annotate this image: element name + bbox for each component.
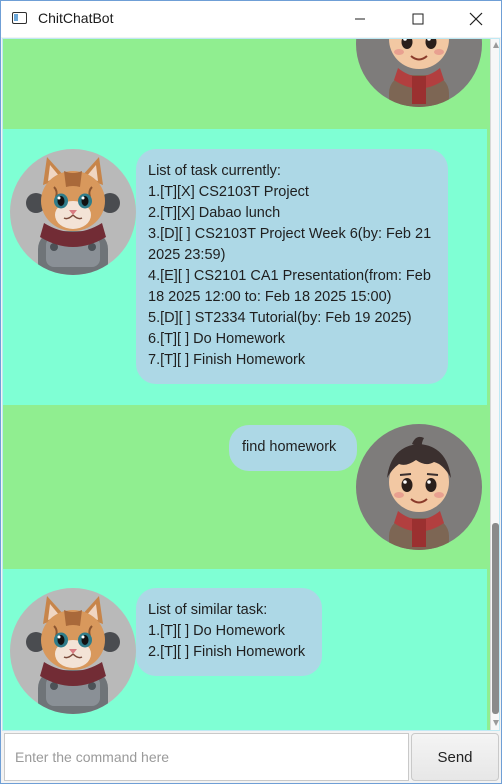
app-window-icon bbox=[12, 12, 27, 24]
message-line: 5.[D][ ] ST2334 Tutorial(by: Feb 19 2025… bbox=[148, 310, 412, 326]
user-message: find homework bbox=[3, 405, 487, 569]
scrollbar-thumb[interactable] bbox=[492, 523, 499, 714]
message-line: 3.[D][ ] CS2103T Project Week 6(by: Feb … bbox=[148, 226, 432, 242]
message-line: 18 2025 12:00 to: Feb 18 2025 15:00) bbox=[148, 289, 392, 305]
bot-message-bubble: List of task currently: 1.[T][X] CS2103T… bbox=[136, 149, 448, 384]
scroll-down-arrow-icon[interactable] bbox=[493, 720, 499, 726]
minimize-button[interactable] bbox=[331, 1, 389, 37]
boy-avatar-icon bbox=[356, 424, 482, 550]
message-line: 6.[T][ ] Do Homework bbox=[148, 331, 285, 347]
message-line: List of similar task: bbox=[148, 602, 268, 618]
user-message bbox=[3, 39, 487, 129]
vertical-scrollbar[interactable] bbox=[490, 39, 499, 730]
window-title: ChitChatBot bbox=[38, 10, 114, 26]
bot-message-bubble: List of similar task: 1.[T][ ] Do Homewo… bbox=[136, 588, 322, 676]
message-line: 1.[T][X] CS2103T Project bbox=[148, 184, 309, 200]
conversation-scroll-pane[interactable]: List of task currently: 1.[T][X] CS2103T… bbox=[2, 38, 500, 731]
boy-avatar-icon bbox=[356, 39, 482, 107]
minimize-icon bbox=[355, 18, 365, 20]
scroll-up-arrow-icon[interactable] bbox=[493, 42, 499, 48]
message-line: find homework bbox=[242, 439, 337, 455]
maximize-icon bbox=[412, 13, 424, 25]
bot-message: List of similar task: 1.[T][ ] Do Homewo… bbox=[3, 569, 487, 730]
message-input-row: Send bbox=[2, 731, 500, 783]
maximize-button[interactable] bbox=[389, 1, 447, 37]
title-bar[interactable]: ChitChatBot bbox=[1, 1, 501, 37]
bot-message: List of task currently: 1.[T][X] CS2103T… bbox=[3, 129, 487, 405]
user-message-bubble: find homework bbox=[229, 425, 357, 471]
message-line: 2.[T][X] Dabao lunch bbox=[148, 205, 281, 221]
message-line: 7.[T][ ] Finish Homework bbox=[148, 352, 306, 368]
close-icon bbox=[469, 12, 483, 26]
message-line: 4.[E][ ] CS2101 CA1 Presentation(from: F… bbox=[148, 268, 431, 284]
send-button[interactable]: Send bbox=[411, 733, 499, 781]
command-input[interactable] bbox=[4, 733, 409, 781]
message-line: List of task currently: bbox=[148, 163, 281, 179]
close-button[interactable] bbox=[447, 1, 501, 37]
cat-robot-avatar-icon bbox=[10, 588, 136, 714]
message-line: 2.[T][ ] Finish Homework bbox=[148, 644, 306, 660]
message-line: 1.[T][ ] Do Homework bbox=[148, 623, 285, 639]
message-line: 2025 23:59) bbox=[148, 247, 226, 263]
cat-robot-avatar-icon bbox=[10, 149, 136, 275]
chitchatbot-window: ChitChatBot List of task currently: 1.[T… bbox=[0, 0, 502, 784]
